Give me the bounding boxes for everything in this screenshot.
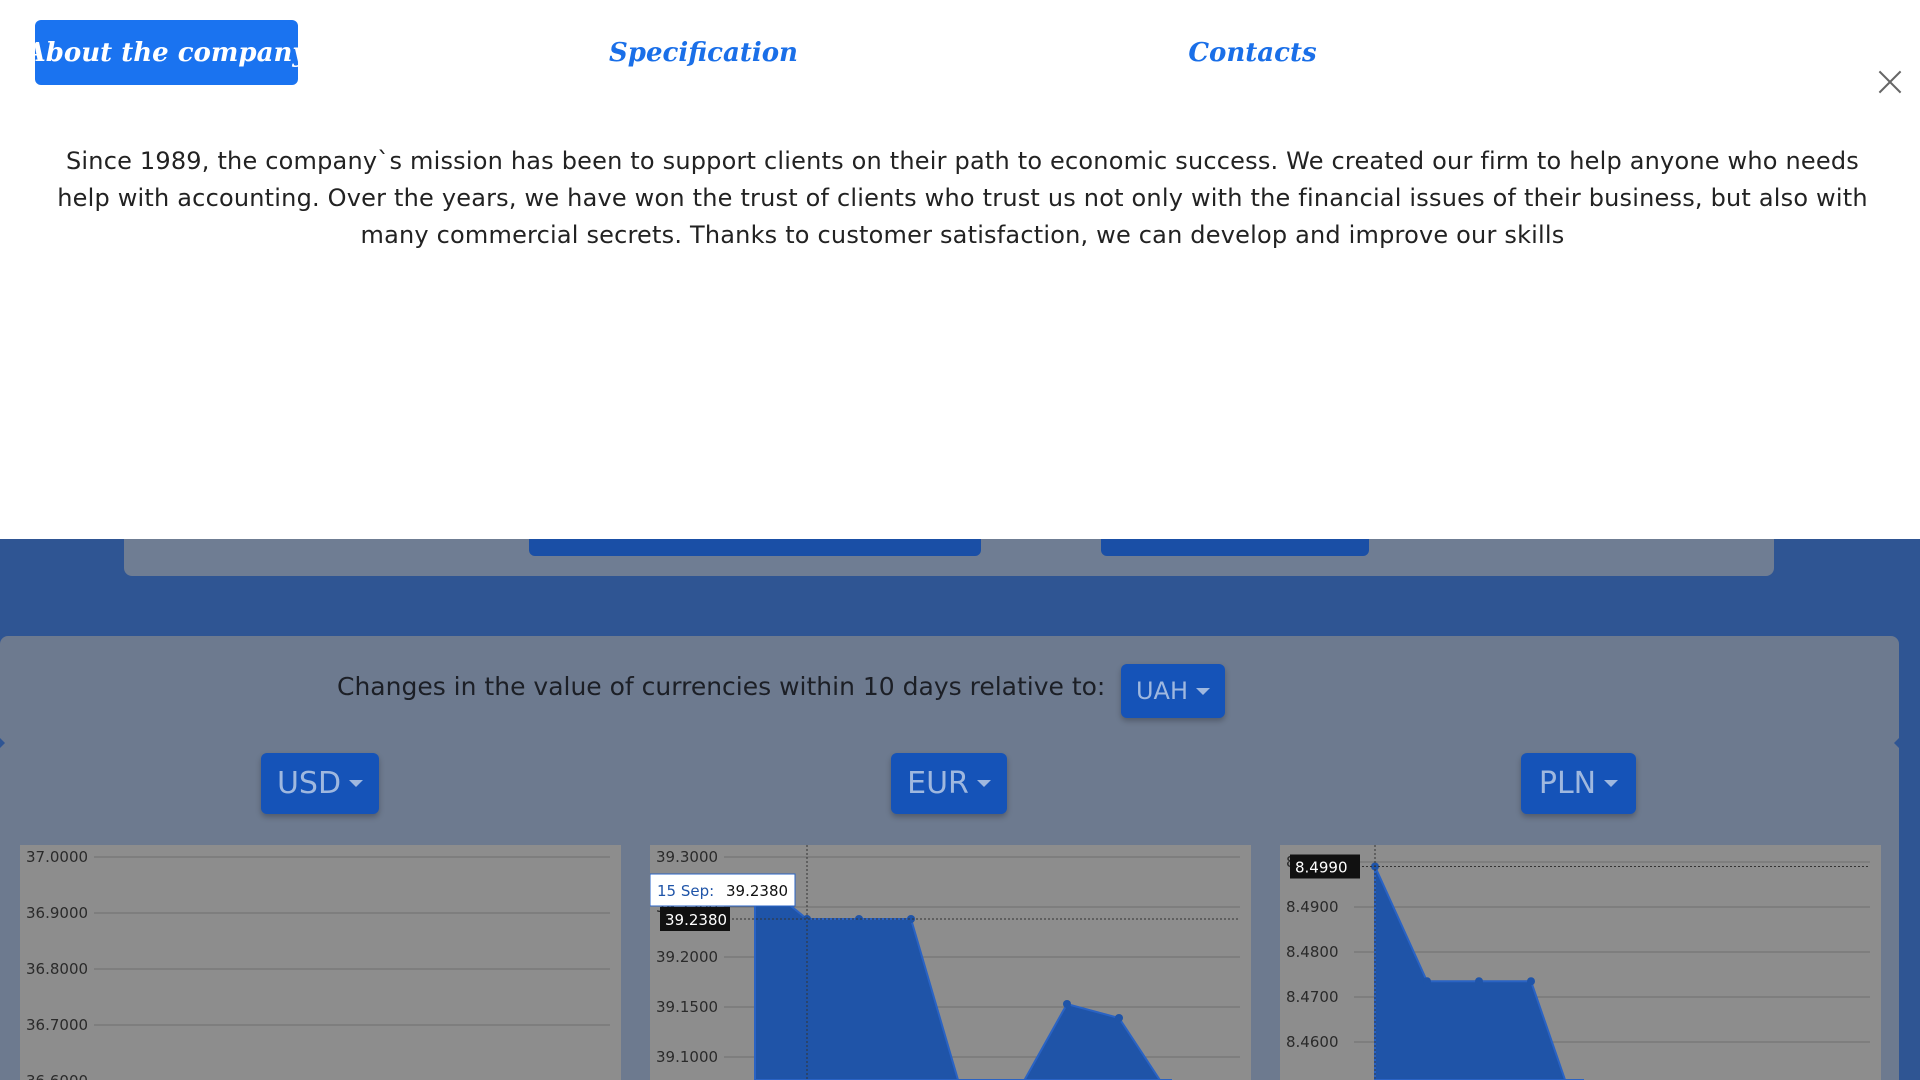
tooltip-date: 15 Sep:: [657, 882, 714, 900]
y-tick-label: 39.3000: [656, 848, 718, 866]
data-point: [1475, 977, 1483, 986]
data-point: [1063, 1000, 1071, 1008]
close-icon[interactable]: [1876, 68, 1904, 96]
pln-rate-chart[interactable]: 8.50008.49008.48008.47008.46008.45008.49…: [1280, 845, 1881, 1080]
y-tick-label: 36.9000: [26, 904, 88, 922]
y-tick-label: 8.4900: [1286, 898, 1339, 916]
tooltip-value: 39.2380: [726, 882, 788, 900]
pln-currency-dropdown[interactable]: PLN: [1521, 753, 1636, 814]
caret-down-icon: [349, 780, 364, 787]
usd-currency-dropdown[interactable]: USD: [261, 753, 379, 814]
eur-rate-chart[interactable]: 39.300039.250039.200039.150039.100039.23…: [650, 845, 1251, 1080]
caret-down-icon: [976, 780, 991, 787]
data-point: [1527, 977, 1535, 986]
y-tick-label: 36.6000: [26, 1072, 88, 1080]
currency-label: EUR: [907, 766, 969, 801]
y-tick-label: 39.1000: [656, 1048, 718, 1066]
y-tick-label: 8.4600: [1286, 1033, 1339, 1051]
crosshair-value-label: 8.4990: [1295, 859, 1348, 877]
pln-chart-svg: 8.50008.49008.48008.47008.46008.45008.49…: [1286, 845, 1870, 1080]
base-currency-label: UAH: [1135, 677, 1189, 705]
y-tick-label: 36.7000: [26, 1016, 88, 1034]
currency-label: PLN: [1538, 766, 1597, 801]
about-company-text: Since 1989, the company`s mission has be…: [57, 147, 1868, 249]
y-tick-label: 36.8000: [26, 960, 88, 978]
caret-down-icon: [1604, 780, 1619, 787]
currency-label: USD: [276, 766, 342, 801]
tab-about-company[interactable]: About the company: [26, 20, 307, 85]
base-currency-dropdown[interactable]: UAH: [1121, 664, 1225, 718]
usd-rate-chart[interactable]: 37.0000 36.9000 36.8000 36.7000 36.6000: [20, 845, 621, 1080]
tab-contacts[interactable]: Contacts: [1150, 20, 1355, 85]
y-tick-label: 8.4700: [1286, 988, 1339, 1006]
caret-down-icon: [1196, 687, 1211, 695]
carousel-next-icon[interactable]: [1894, 738, 1899, 748]
eur-chart-svg: 39.300039.250039.200039.150039.100039.23…: [650, 845, 1240, 1080]
data-point: [1423, 977, 1431, 986]
carousel-prev-icon[interactable]: [0, 738, 5, 748]
y-tick-label: 8.4800: [1286, 943, 1339, 961]
y-tick-label: 37.0000: [26, 848, 88, 866]
eur-currency-dropdown[interactable]: EUR: [891, 753, 1007, 814]
y-tick-label: 39.1500: [656, 998, 718, 1016]
about-modal: About the company Specification Contacts…: [0, 0, 1920, 539]
y-tick-label: 39.2000: [656, 948, 718, 966]
series-area: [1374, 866, 1584, 1080]
tab-specification[interactable]: Specification: [596, 20, 811, 85]
rates-title: Changes in the value of currencies withi…: [337, 672, 1106, 701]
data-point: [1115, 1014, 1123, 1022]
usd-chart-svg: 37.0000 36.9000 36.8000 36.7000 36.6000: [26, 848, 610, 1080]
crosshair-value-label: 39.2380: [665, 911, 727, 929]
